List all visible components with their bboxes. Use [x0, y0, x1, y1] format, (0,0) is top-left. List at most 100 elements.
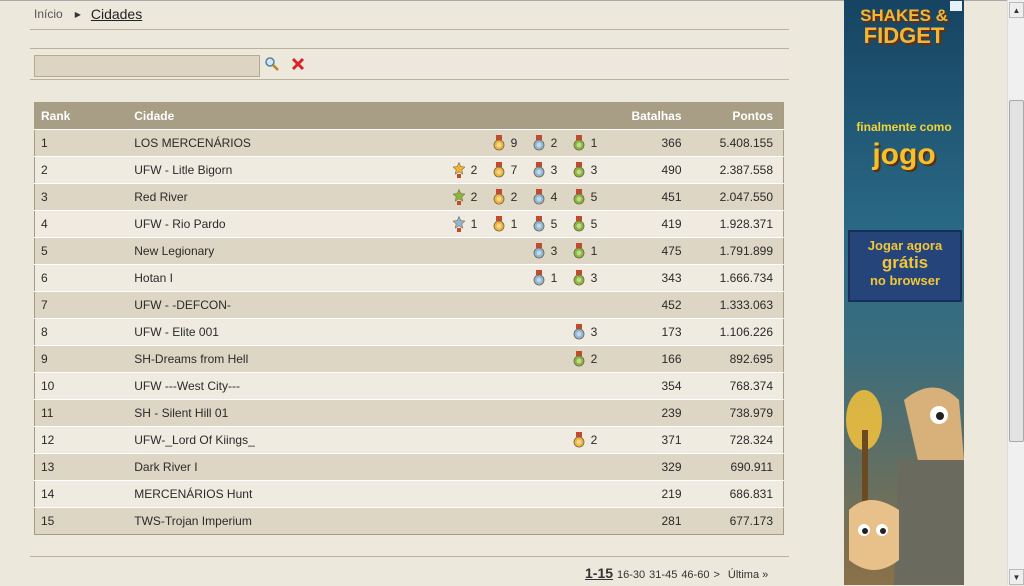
- ad-logo: SHAKES & FIDGET: [860, 6, 948, 48]
- scrollbar-thumb[interactable]: [1009, 100, 1024, 442]
- page-scrollbar[interactable]: ▲ ▼: [1007, 0, 1024, 585]
- city-name-link[interactable]: UFW-_Lord Of Kiings_: [128, 426, 317, 454]
- pagination-next[interactable]: >: [713, 569, 719, 581]
- silver-medal: 1: [533, 270, 573, 286]
- battles-cell: 329: [618, 453, 688, 481]
- clear-search-icon[interactable]: [290, 56, 306, 72]
- header-city[interactable]: Cidade: [128, 102, 317, 130]
- medal-count: 3: [590, 325, 598, 339]
- silver-medal-icon: [533, 216, 551, 232]
- medal-count: 2: [470, 163, 478, 177]
- breadcrumb-arrow-icon: ▶: [74, 9, 81, 19]
- city-name-link[interactable]: New Legionary: [128, 237, 317, 265]
- pagination-last[interactable]: Última »: [728, 569, 768, 581]
- ad-character-illustration: [846, 387, 964, 585]
- battles-cell: 475: [618, 237, 688, 265]
- medal-count: 3: [550, 244, 558, 258]
- battles-cell: 366: [618, 129, 688, 157]
- city-name-link[interactable]: UFW - Elite 001: [128, 318, 317, 346]
- battles-cell: 219: [618, 480, 688, 508]
- city-name-link[interactable]: UFW ---West City---: [128, 372, 317, 400]
- medals-cell: 9 2 1: [316, 129, 619, 157]
- bronze-medal-icon: [573, 243, 591, 259]
- medal-count: 1: [470, 217, 478, 231]
- pagination-page[interactable]: 31-45: [649, 569, 677, 581]
- pagination-page[interactable]: 16-30: [617, 569, 645, 581]
- breadcrumb-home-link[interactable]: Início: [34, 7, 63, 21]
- medals-cell: 2 7 3 3: [316, 156, 619, 184]
- table-row[interactable]: 1 LOS MERCENÁRIOS 9 2 1 366 5.408.155: [34, 129, 784, 157]
- search-icon[interactable]: [264, 56, 280, 72]
- points-cell: 677.173: [687, 507, 784, 535]
- silver-medal-icon: [533, 270, 551, 286]
- city-name-link[interactable]: SH - Silent Hill 01: [128, 399, 317, 427]
- medals-cell: 2: [316, 426, 619, 454]
- table-row[interactable]: 10 UFW ---West City--- 354 768.374: [34, 372, 784, 400]
- rank-cell: 12: [34, 426, 129, 454]
- city-name-link[interactable]: MERCENÁRIOS Hunt: [128, 480, 317, 508]
- header-rank[interactable]: Rank: [34, 102, 129, 130]
- city-name-link[interactable]: Red River: [128, 183, 317, 211]
- city-name-link[interactable]: UFW - -DEFCON-: [128, 291, 317, 319]
- medal-count: 1: [510, 217, 518, 231]
- table-row[interactable]: 14 MERCENÁRIOS Hunt 219 686.831: [34, 480, 784, 508]
- medal-count: 2: [590, 352, 598, 366]
- ad-slogan-line2: jogo: [872, 138, 936, 171]
- medal-count: 1: [590, 244, 598, 258]
- table-row[interactable]: 2 UFW - Litle Bigorn 2 7 3 3 490 2.387.558: [34, 156, 784, 184]
- table-row[interactable]: 4 UFW - Rio Pardo 1 1 5 5 419 1.928.371: [34, 210, 784, 238]
- divider: [30, 29, 789, 30]
- ad-banner[interactable]: SHAKES & FIDGET finalmente como jogo Jog…: [844, 0, 964, 585]
- city-name-link[interactable]: Hotan I: [128, 264, 317, 292]
- ranking-table-body: 1 LOS MERCENÁRIOS 9 2 1 366 5.408.155 2 UFW - Li…: [34, 129, 784, 535]
- medal-count: 2: [470, 190, 478, 204]
- bronze-star-medal-icon: [452, 189, 471, 205]
- gold-medal-icon: [573, 432, 591, 448]
- header-points[interactable]: Pontos: [687, 102, 784, 130]
- rank-cell: 5: [34, 237, 129, 265]
- battles-cell: 490: [618, 156, 688, 184]
- bronze-star-medal: 2: [452, 189, 493, 205]
- medal-count: 1: [550, 271, 558, 285]
- rank-cell: 14: [34, 480, 129, 508]
- header-battles[interactable]: Batalhas: [618, 102, 688, 130]
- medal-count: 2: [510, 190, 518, 204]
- scroll-down-arrow-icon[interactable]: ▼: [1009, 569, 1024, 585]
- silver-medal-icon: [533, 135, 551, 151]
- medal-count: 2: [550, 136, 558, 150]
- rank-cell: 11: [34, 399, 129, 427]
- city-name-link[interactable]: Dark River I: [128, 453, 317, 481]
- pagination-page[interactable]: 46-60: [681, 569, 709, 581]
- rank-cell: 7: [34, 291, 129, 319]
- ad-play-button[interactable]: Jogar agora grátis no browser: [848, 230, 962, 302]
- table-row[interactable]: 13 Dark River I 329 690.911: [34, 453, 784, 481]
- table-row[interactable]: 15 TWS-Trojan Imperium 281 677.173: [34, 507, 784, 535]
- battles-cell: 452: [618, 291, 688, 319]
- points-cell: 1.106.226: [687, 318, 784, 346]
- table-row[interactable]: 8 UFW - Elite 001 3 173 1.106.226: [34, 318, 784, 346]
- divider: [30, 556, 789, 557]
- table-row[interactable]: 6 Hotan I 1 3 343 1.666.734: [34, 264, 784, 292]
- medal-count: 2: [590, 433, 598, 447]
- table-row[interactable]: 9 SH-Dreams from Hell 2 166 892.695: [34, 345, 784, 373]
- medals-cell: 2: [316, 345, 619, 373]
- table-row[interactable]: 7 UFW - -DEFCON- 452 1.333.063: [34, 291, 784, 319]
- table-row[interactable]: 3 Red River 2 2 4 5 451 2.047.550: [34, 183, 784, 211]
- city-name-link[interactable]: UFW - Rio Pardo: [128, 210, 317, 238]
- medal-count: 3: [590, 163, 598, 177]
- city-name-link[interactable]: SH-Dreams from Hell: [128, 345, 317, 373]
- city-name-link[interactable]: TWS-Trojan Imperium: [128, 507, 317, 535]
- pagination-current[interactable]: 1-15: [585, 565, 613, 581]
- ad-cta-line2: grátis: [881, 253, 929, 272]
- breadcrumb-current-link[interactable]: Cidades: [91, 6, 142, 22]
- breadcrumb: Início ▶ Cidades: [34, 6, 142, 22]
- scroll-up-arrow-icon[interactable]: ▲: [1009, 2, 1024, 18]
- table-row[interactable]: 11 SH - Silent Hill 01 239 738.979: [34, 399, 784, 427]
- table-row[interactable]: 12 UFW-_Lord Of Kiings_ 2 371 728.324: [34, 426, 784, 454]
- city-name-link[interactable]: UFW - Litle Bigorn: [128, 156, 317, 184]
- divider: [30, 79, 789, 80]
- table-row[interactable]: 5 New Legionary 3 1 475 1.791.899: [34, 237, 784, 265]
- search-input[interactable]: [34, 55, 260, 77]
- medal-count: 3: [550, 163, 558, 177]
- city-name-link[interactable]: LOS MERCENÁRIOS: [128, 129, 317, 157]
